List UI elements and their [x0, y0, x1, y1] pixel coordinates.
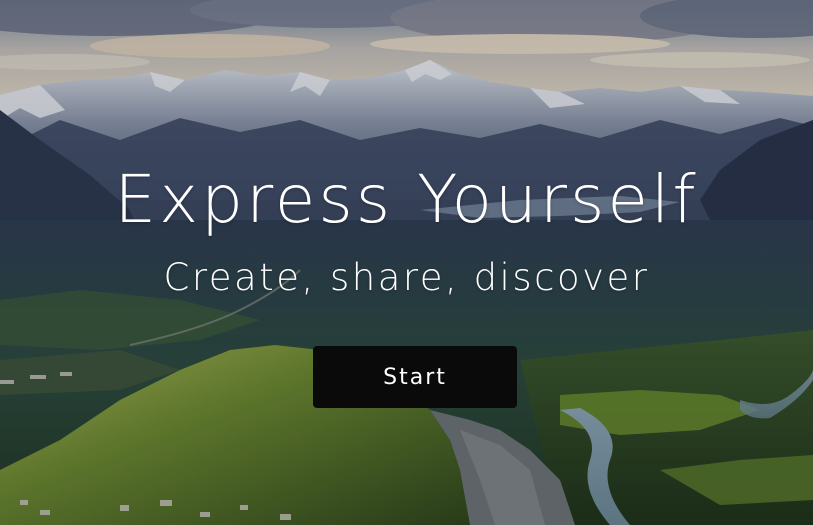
hero-content: Express Yourself Create, share, discover… [0, 0, 813, 525]
hero-section: Express Yourself Create, share, discover… [0, 0, 813, 525]
hero-title: Express Yourself [114, 161, 699, 238]
hero-subtitle: Create, share, discover [163, 256, 650, 299]
start-button[interactable]: Start [313, 346, 517, 408]
